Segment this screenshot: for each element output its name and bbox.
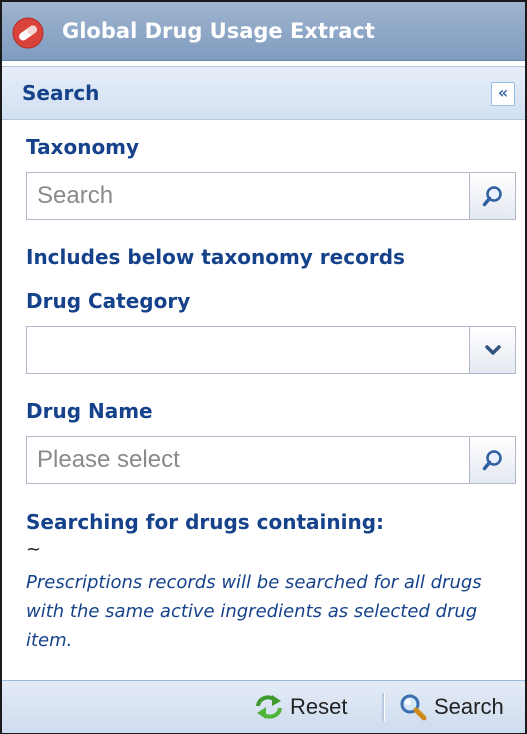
bottom-toolbar: Reset Search [2,680,525,733]
includes-taxonomy-text: Includes below taxonomy records [26,245,405,269]
taxonomy-search-input[interactable] [27,173,457,219]
search-magnifier-icon [482,186,502,207]
collapse-panel-button[interactable]: « [491,82,515,106]
drug-name-search-button[interactable] [469,437,515,483]
searching-for-drugs-label: Searching for drugs containing: [26,510,385,534]
window-title: Global Drug Usage Extract [62,19,375,43]
taxonomy-field [26,172,516,220]
reset-button[interactable]: Reset [254,689,372,725]
red-pill-icon [12,17,44,49]
search-panel-header: Search « [2,66,525,120]
search-magnifier-icon [482,450,502,471]
searching-drug-value: ~ [26,539,42,560]
search-button[interactable]: Search [398,689,518,725]
search-label: Search [434,694,504,719]
drug-name-field [26,436,516,484]
window-titlebar: Global Drug Usage Extract [2,2,525,61]
drug-name-input[interactable] [27,437,457,483]
double-chevron-left-icon: « [497,83,509,102]
drug-category-label: Drug Category [26,289,191,313]
taxonomy-label: Taxonomy [26,135,140,159]
toolbar-separator [382,693,385,721]
chevron-down-icon [485,345,501,355]
drug-category-input[interactable] [27,327,457,373]
panel-title: Search [22,81,100,105]
magnifier-icon [400,694,427,721]
taxonomy-search-button[interactable] [469,173,515,219]
drug-category-dropdown-button[interactable] [469,327,515,373]
drug-category-combobox[interactable] [26,326,516,374]
drug-name-label: Drug Name [26,399,153,423]
extract-window: Global Drug Usage Extract Search « Taxon… [0,0,527,734]
reset-label: Reset [290,694,348,719]
searching-help-note: Prescriptions records will be searched f… [26,572,482,651]
refresh-arrows-icon [256,695,282,719]
